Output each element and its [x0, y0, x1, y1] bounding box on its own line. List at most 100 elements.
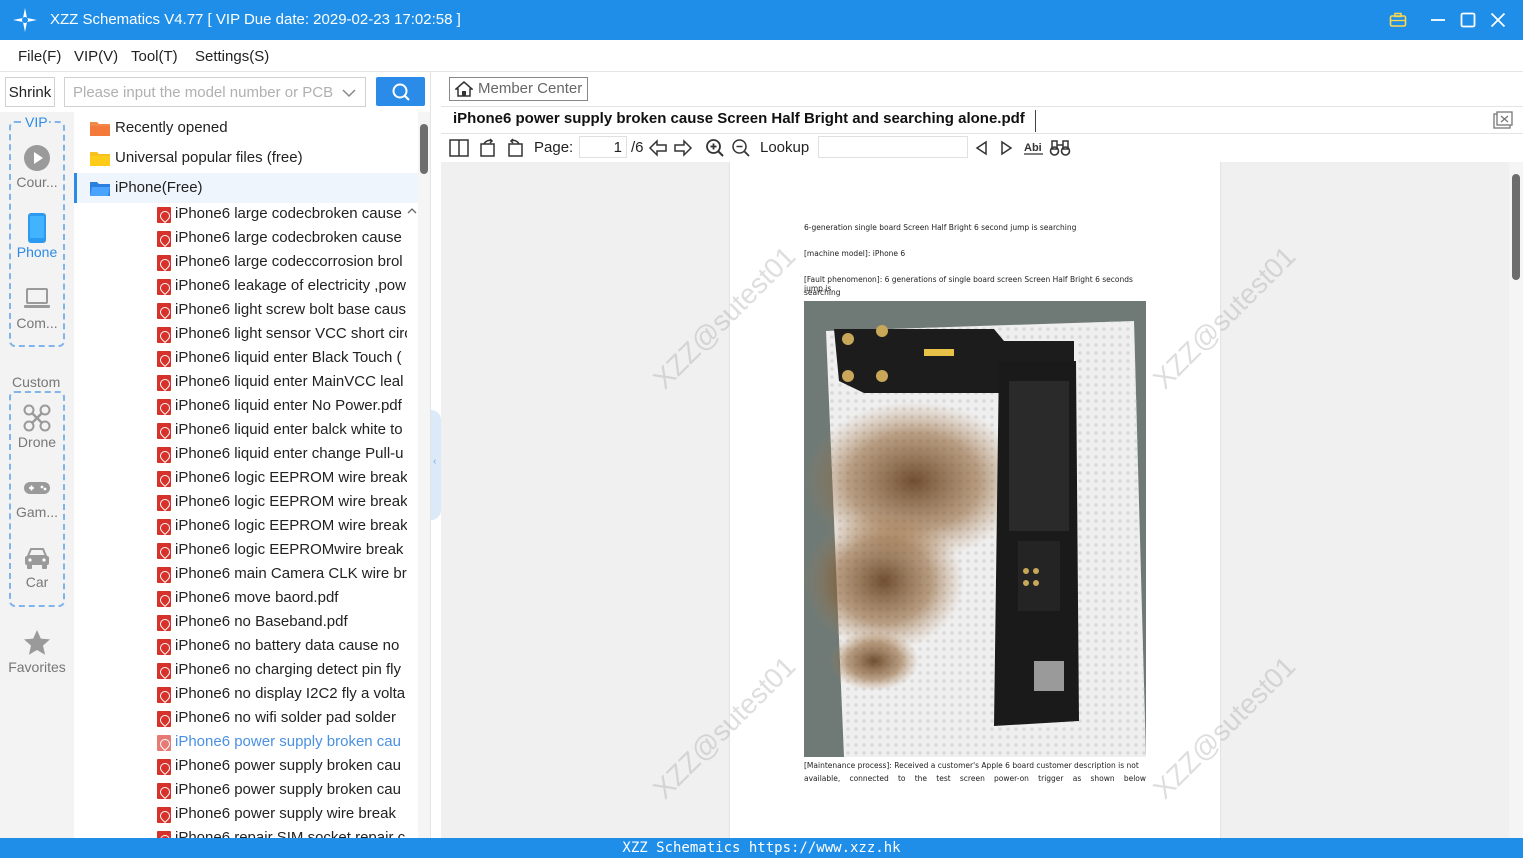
next-page-icon[interactable]: [672, 137, 694, 159]
file-item[interactable]: iPhone6 no Baseband.pdf: [74, 611, 418, 635]
folder-iphone-free[interactable]: iPhone(Free): [74, 173, 418, 203]
document-tab[interactable]: iPhone6 power supply broken cause Screen…: [453, 110, 1036, 132]
pdf-toolbar: Page: /6 Lookup Abi: [441, 135, 1523, 161]
category-drone[interactable]: Drone: [0, 404, 74, 466]
toggle-sidebar-icon[interactable]: [448, 137, 470, 159]
pdf-viewer[interactable]: 6-generation single board Screen Half Br…: [441, 162, 1509, 838]
zoom-out-icon[interactable]: [730, 137, 752, 159]
menu-vip[interactable]: VIP(V): [74, 48, 118, 65]
file-item[interactable]: iPhone6 repair SIM socket repair c: [74, 827, 418, 838]
page-label: Page:: [534, 139, 574, 156]
file-item[interactable]: iPhone6 no wifi solder pad solder: [74, 707, 418, 731]
find-next-icon[interactable]: [996, 137, 1018, 159]
previous-page-icon[interactable]: [647, 137, 669, 159]
file-name: iPhone6 power supply broken cau: [175, 781, 401, 798]
file-item[interactable]: iPhone6 power supply broken cau: [74, 755, 418, 779]
menu-file[interactable]: File(F): [18, 48, 61, 65]
file-name: iPhone6 liquid enter MainVCC leal: [175, 373, 404, 390]
file-item[interactable]: iPhone6 liquid enter No Power.pdf: [74, 395, 418, 419]
pane-splitter[interactable]: ‹: [430, 72, 441, 838]
file-item[interactable]: iPhone6 large codecbroken cause: [74, 203, 418, 227]
file-item[interactable]: iPhone6 no battery data cause no: [74, 635, 418, 659]
pdf-file-icon: [157, 735, 171, 751]
page-number-input[interactable]: [579, 136, 627, 158]
tree-scrollbar[interactable]: [418, 112, 430, 838]
file-item[interactable]: iPhone6 liquid enter balck white to: [74, 419, 418, 443]
scrollbar-thumb[interactable]: [420, 124, 428, 174]
viewer-scrollbar[interactable]: [1509, 162, 1523, 838]
pdf-file-icon: [157, 663, 171, 679]
match-case-icon[interactable]: Abi: [1023, 137, 1045, 159]
file-item[interactable]: iPhone6 no display I2C2 fly a volta: [74, 683, 418, 707]
category-phone[interactable]: Phone: [0, 213, 74, 276]
file-item[interactable]: iPhone6 liquid enter MainVCC leal: [74, 371, 418, 395]
scrollbar-thumb[interactable]: [1512, 174, 1520, 280]
pdf-file-icon: [157, 303, 171, 319]
laptop-icon: [23, 285, 51, 313]
file-item[interactable]: iPhone6 light screw bolt base caus: [74, 299, 418, 323]
custom-group-label: Custom: [11, 374, 62, 390]
rotate-left-icon[interactable]: [477, 137, 499, 159]
file-item[interactable]: iPhone6 logic EEPROM wire break: [74, 515, 418, 539]
search-input[interactable]: [73, 82, 335, 102]
folder-universal-popular[interactable]: Universal popular files (free): [74, 143, 418, 173]
category-label: Com...: [16, 315, 58, 331]
chevron-left-icon: ‹: [433, 456, 437, 467]
file-item[interactable]: iPhone6 power supply broken cau: [74, 779, 418, 803]
model-search-combobox[interactable]: [64, 77, 366, 107]
close-icon[interactable]: [1486, 8, 1510, 32]
pdf-file-icon: [157, 687, 171, 703]
file-item[interactable]: iPhone6 power supply wire break: [74, 803, 418, 827]
category-computer[interactable]: Com...: [0, 285, 74, 347]
file-item[interactable]: iPhone6 no charging detect pin fly: [74, 659, 418, 683]
file-name: iPhone6 power supply broken cau: [175, 733, 401, 750]
title-bar: XZZ Schematics V4.77 [ VIP Due date: 202…: [0, 0, 1523, 40]
find-previous-icon[interactable]: [970, 137, 992, 159]
member-center-button[interactable]: Member Center: [449, 77, 588, 101]
menu-tool[interactable]: Tool(T): [131, 48, 178, 65]
file-item[interactable]: iPhone6 large codecbroken cause: [74, 227, 418, 251]
category-car[interactable]: Car: [0, 544, 74, 606]
folder-label: iPhone(Free): [115, 179, 203, 196]
file-item[interactable]: iPhone6 power supply broken cau: [74, 731, 418, 755]
file-item[interactable]: iPhone6 logic EEPROMwire break: [74, 539, 418, 563]
file-item[interactable]: iPhone6 light sensor VCC short circ: [74, 323, 418, 347]
zoom-in-icon[interactable]: [704, 137, 726, 159]
file-name: iPhone6 liquid enter No Power.pdf: [175, 397, 402, 414]
file-name: iPhone6 main Camera CLK wire bre: [175, 565, 407, 582]
pdf-file-icon: [157, 615, 171, 631]
collapse-pane-tab[interactable]: ‹: [431, 410, 441, 520]
close-tabs-icon[interactable]: [1493, 111, 1513, 129]
chevron-down-icon[interactable]: [341, 85, 357, 101]
file-name: iPhone6 no battery data cause no: [175, 637, 400, 654]
binoculars-icon[interactable]: [1049, 137, 1071, 159]
category-label: Cour...: [16, 174, 58, 190]
maximize-icon[interactable]: [1456, 8, 1480, 32]
window-title: XZZ Schematics V4.77 [ VIP Due date: 202…: [50, 11, 461, 28]
file-item[interactable]: iPhone6 leakage of electricity ,pow: [74, 275, 418, 299]
search-button[interactable]: [376, 77, 425, 106]
file-item[interactable]: iPhone6 logic EEPROM wire break: [74, 491, 418, 515]
shrink-button[interactable]: Shrink: [5, 77, 55, 107]
file-item[interactable]: iPhone6 large codeccorrosion brol: [74, 251, 418, 275]
file-item[interactable]: iPhone6 move baord.pdf: [74, 587, 418, 611]
minimize-icon[interactable]: [1426, 8, 1450, 32]
rotate-right-icon[interactable]: [504, 137, 526, 159]
folder-label: Recently opened: [115, 119, 228, 136]
folder-recently-opened[interactable]: Recently opened: [74, 113, 418, 143]
briefcase-icon[interactable]: [1386, 8, 1410, 32]
lookup-input[interactable]: [818, 136, 968, 158]
category-favorites[interactable]: Favorites: [0, 629, 74, 691]
folder-blue-icon: [90, 182, 110, 196]
file-item[interactable]: iPhone6 logic EEPROM wire break: [74, 467, 418, 491]
category-game[interactable]: Gam...: [0, 474, 74, 536]
file-name: iPhone6 power supply broken cau: [175, 757, 401, 774]
pdf-file-icon: [157, 423, 171, 439]
file-item[interactable]: iPhone6 liquid enter change Pull-u: [74, 443, 418, 467]
category-rail: VIP Custom Cour... Phone Com... Drone Ga…: [0, 112, 74, 838]
file-item[interactable]: iPhone6 liquid enter Black Touch (: [74, 347, 418, 371]
category-courses[interactable]: Cour...: [0, 144, 74, 206]
file-name: iPhone6 logic EEPROM wire break: [175, 493, 407, 510]
file-item[interactable]: iPhone6 main Camera CLK wire bre: [74, 563, 418, 587]
menu-settings[interactable]: Settings(S): [195, 48, 269, 65]
